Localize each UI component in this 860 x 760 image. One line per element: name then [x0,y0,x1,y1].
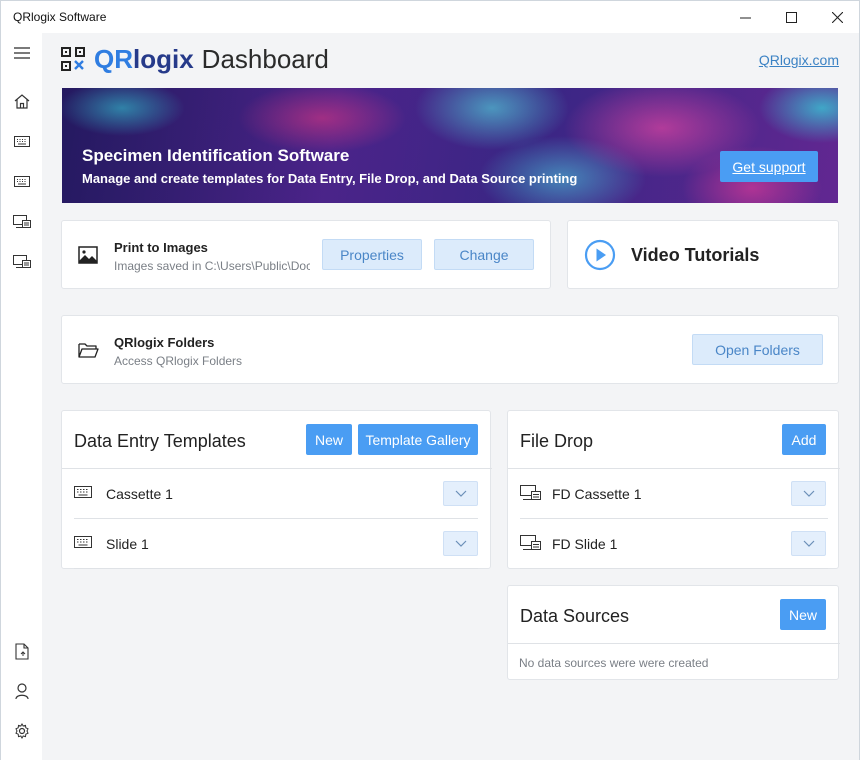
template-gallery-button[interactable]: Template Gallery [358,424,478,455]
divider [520,568,828,569]
chevron-down-icon [455,490,466,497]
chevron-down-icon [803,490,814,497]
get-support-button[interactable]: Get support [720,151,818,182]
file-drop-icon [520,535,541,550]
menu-button[interactable] [9,40,35,66]
brand-qr: QR [94,44,133,74]
sidebar-item-file-drop[interactable] [9,208,35,234]
website-link[interactable]: QRlogix.com [759,52,839,68]
home-icon [14,93,30,109]
divider [508,643,840,644]
sidebar [0,33,42,760]
empty-state-text: No data sources were were created [519,656,709,670]
printer-card: Print to Images Images saved in C:\Users… [61,220,551,289]
file-drop-icon [520,485,541,500]
printer-name: Print to Images [114,240,208,255]
qr-logo-icon [61,47,85,71]
file-drop-icon [13,254,31,268]
brand-dashboard: Dashboard [201,44,329,74]
sidebar-item-data-entry[interactable] [9,128,35,154]
open-folders-button[interactable]: Open Folders [692,334,823,365]
maximize-icon [785,12,797,23]
user-icon [15,683,29,699]
divider [62,468,492,469]
chevron-down-icon [455,540,466,547]
divider [508,468,840,469]
page-title: QRlogix Dashboard [94,44,329,74]
close-button[interactable] [814,1,860,34]
sidebar-item-data-sources[interactable] [9,248,35,274]
chevron-down-icon [803,540,814,547]
banner-subtitle: Manage and create templates for Data Ent… [82,171,578,186]
main-content: QRlogix Dashboard QRlogix.com Specimen Id… [42,33,860,760]
file-drop-card: File Drop Add FD Cassette 1 FD Slide 1 [507,410,840,569]
play-icon [584,239,616,271]
printer-properties-button[interactable]: Properties [322,239,422,270]
data-entry-templates-card: Data Entry Templates New Template Galler… [61,410,492,569]
minimize-button[interactable] [722,1,768,34]
change-printer-button[interactable]: Change [434,239,534,270]
keyboard-icon [74,486,92,498]
add-file-drop-button[interactable]: Add [782,424,826,455]
close-icon [831,12,843,23]
template-actions-dropdown[interactable] [443,481,478,506]
sidebar-item-account[interactable] [9,678,35,704]
divider [74,568,478,569]
brand-logix: logix [133,44,194,74]
banner-title: Specimen Identification Software [82,146,350,165]
video-tutorials-card[interactable]: Video Tutorials [567,220,839,289]
new-template-button[interactable]: New [306,424,352,455]
printer-output-path: Images saved in C:\Users\Public\Document… [114,259,310,273]
data-sources-card: Data Sources New No data sources were we… [507,585,840,680]
folder-icon [78,343,99,358]
divider [74,518,478,519]
data-sources-title: Data Sources [520,606,630,626]
sidebar-item-settings[interactable] [9,718,35,744]
file-drop-name: FD Cassette 1 [552,486,642,502]
new-data-source-button[interactable]: New [780,599,826,630]
folders-title: QRlogix Folders [114,335,215,350]
folders-subtitle: Access QRlogix Folders [114,354,243,368]
template-actions-dropdown[interactable] [443,531,478,556]
video-tutorials-title: Video Tutorials [631,245,760,265]
hero-banner: Specimen Identification Software Manage … [62,88,838,203]
gear-icon [15,723,29,739]
image-icon [78,246,98,264]
data-entry-title: Data Entry Templates [74,431,246,451]
file-drop-name: FD Slide 1 [552,536,618,552]
window-title: QRlogix Software [13,10,107,24]
template-name: Cassette 1 [106,486,173,502]
keyboard-icon [14,135,30,147]
file-drop-title: File Drop [520,431,594,451]
maximize-button[interactable] [768,1,814,34]
divider [520,518,828,519]
minimize-icon [739,17,751,19]
template-name: Slide 1 [106,536,149,552]
folders-card: QRlogix Folders Access QRlogix Folders O… [61,315,839,384]
sidebar-item-export[interactable] [9,638,35,664]
file-drop-actions-dropdown[interactable] [791,481,826,506]
title-bar: QRlogix Software [0,0,860,33]
sidebar-item-templates[interactable] [9,168,35,194]
keyboard-icon [74,536,92,548]
menu-icon [14,47,30,59]
file-drop-icon [13,214,31,228]
file-drop-actions-dropdown[interactable] [791,531,826,556]
export-file-icon [15,642,29,660]
sidebar-item-home[interactable] [9,88,35,114]
keyboard-icon [14,175,30,187]
